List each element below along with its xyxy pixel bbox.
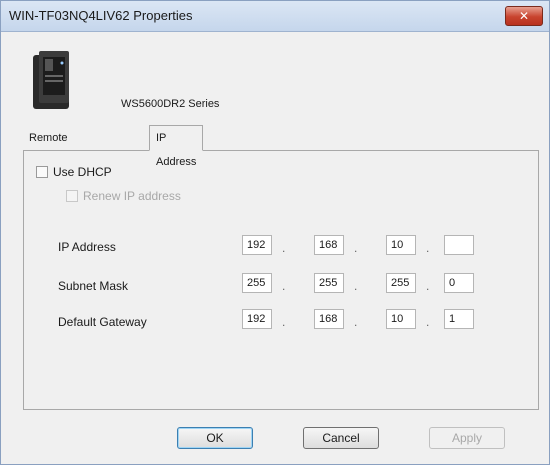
ip-octet-2[interactable]: 168: [314, 235, 344, 255]
gateway-octet-4[interactable]: 1: [444, 309, 474, 329]
subnet-mask-label: Subnet Mask: [58, 279, 129, 293]
gateway-dot-2: .: [354, 315, 358, 329]
window-title: WIN-TF03NQ4LIV62 Properties: [9, 8, 193, 23]
ok-button[interactable]: OK: [177, 427, 253, 449]
tab-ip-address[interactable]: IP Address: [149, 125, 204, 168]
gateway-octet-3[interactable]: 10: [386, 309, 416, 329]
title-bar[interactable]: WIN-TF03NQ4LIV62 Properties ✕: [1, 1, 549, 32]
ip-octet-4[interactable]: [444, 235, 474, 255]
gateway-octet-2[interactable]: 168: [314, 309, 344, 329]
ip-octet-3[interactable]: 10: [386, 235, 416, 255]
gateway-octet-1[interactable]: 192: [242, 309, 272, 329]
properties-dialog: WIN-TF03NQ4LIV62 Properties ✕ WS5600DR2 …: [0, 0, 550, 465]
device-series-label: WS5600DR2 Series: [121, 98, 220, 110]
nas-device-icon: [33, 51, 69, 109]
mask-octet-2[interactable]: 255: [314, 273, 344, 293]
ip-dot-3: .: [426, 241, 430, 255]
close-icon: ✕: [518, 9, 530, 23]
mask-octet-1[interactable]: 255: [242, 273, 272, 293]
cancel-button[interactable]: Cancel: [303, 427, 379, 449]
default-gateway-label: Default Gateway: [58, 315, 147, 329]
mask-dot-2: .: [354, 279, 358, 293]
mask-dot-3: .: [426, 279, 430, 293]
close-button[interactable]: ✕: [505, 6, 543, 26]
ip-address-panel: Use DHCP Renew IP address IP Address 192…: [23, 150, 539, 410]
ip-address-label: IP Address: [58, 240, 116, 254]
renew-ip-label: Renew IP address: [83, 189, 181, 203]
ip-dot-2: .: [354, 241, 358, 255]
gateway-dot-3: .: [426, 315, 430, 329]
renew-ip-checkbox: [66, 190, 78, 202]
use-dhcp-row[interactable]: Use DHCP: [36, 165, 112, 179]
mask-octet-3[interactable]: 255: [386, 273, 416, 293]
mask-dot-1: .: [282, 279, 286, 293]
mask-octet-4[interactable]: 0: [444, 273, 474, 293]
ip-dot-1: .: [282, 241, 286, 255]
renew-ip-row: Renew IP address: [66, 189, 181, 203]
use-dhcp-label: Use DHCP: [53, 165, 112, 179]
use-dhcp-checkbox[interactable]: [36, 166, 48, 178]
ip-octet-1[interactable]: 192: [242, 235, 272, 255]
tab-remote-desktop[interactable]: Remote Desktop: [23, 127, 75, 166]
apply-button[interactable]: Apply: [429, 427, 505, 449]
gateway-dot-1: .: [282, 315, 286, 329]
